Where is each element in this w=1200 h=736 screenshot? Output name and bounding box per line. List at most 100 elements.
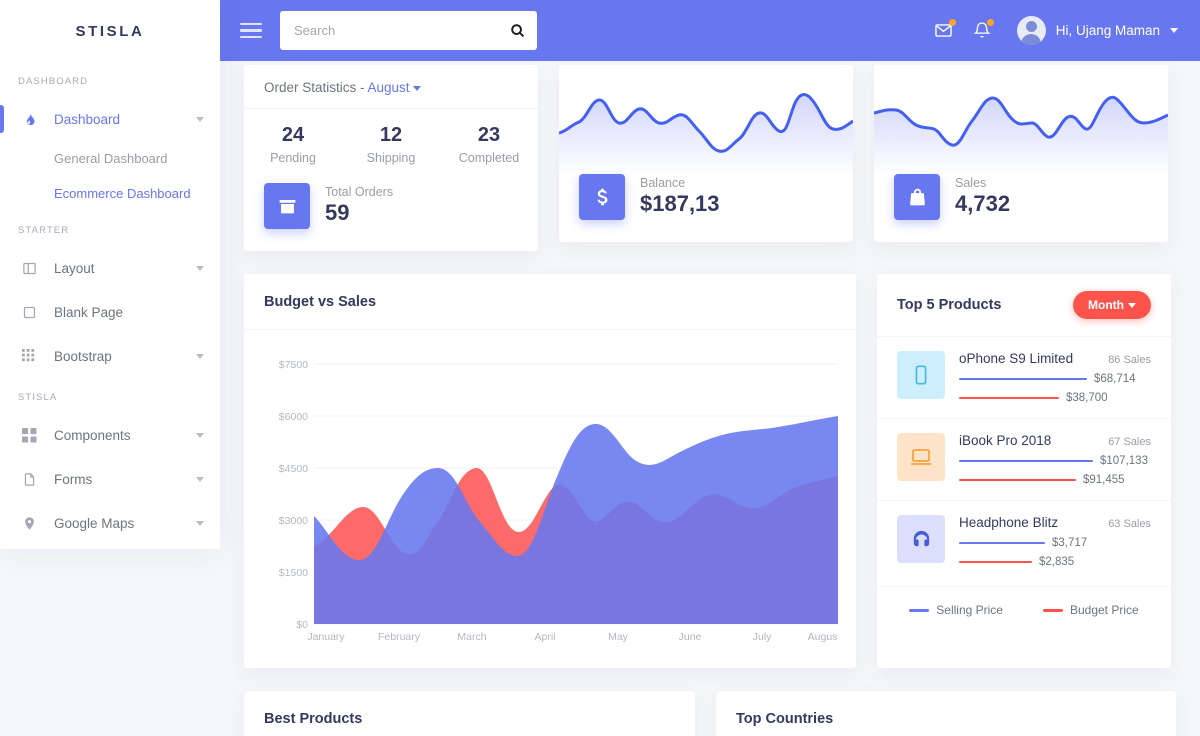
navbar-right-group: Hi, Ujang Maman <box>934 16 1178 45</box>
chevron-down-icon <box>1128 303 1136 309</box>
legend-label: Selling Price <box>936 603 1003 617</box>
product-name: Headphone Blitz <box>959 515 1059 530</box>
product-heading: oPhone S9 Limited 86 Sales <box>959 351 1151 366</box>
sidebar-item-dashboard[interactable]: Dashboard <box>0 97 220 141</box>
chevron-down-icon <box>196 116 204 122</box>
sidebar-item-label: Components <box>54 427 131 443</box>
sidebar-item-bootstrap[interactable]: Bootstrap <box>0 334 220 378</box>
messages-button[interactable] <box>934 19 956 40</box>
period-filter-button[interactable]: Month <box>1073 291 1151 319</box>
smartphone-icon <box>897 351 945 399</box>
chevron-down-icon <box>1170 28 1178 33</box>
user-greeting: Hi, Ujang Maman <box>1055 23 1160 38</box>
budget-vs-sales-card: Budget vs Sales $7500 $6000 $4500 $3000 … <box>244 274 856 668</box>
product-heading: Headphone Blitz 63 Sales <box>959 515 1151 530</box>
sidebar-subitem-general-dashboard[interactable]: General Dashboard <box>0 141 220 176</box>
chevron-down-icon <box>412 85 421 91</box>
product-list-item[interactable]: oPhone S9 Limited 86 Sales $68,714 $38,7… <box>877 337 1171 418</box>
bottom-row: Best Products Top Countries <box>244 691 1176 736</box>
x-tick-may: May <box>608 631 629 643</box>
search-submit-button[interactable] <box>510 23 525 38</box>
stat-value: 24 <box>281 124 305 146</box>
order-statistics-card: Order Statistics - August 24 Pending 12 … <box>244 65 538 251</box>
budget-price-value: $2,835 <box>1039 556 1075 568</box>
y-tick-7500: $7500 <box>279 359 308 371</box>
sidebar-item-forms[interactable]: Forms <box>0 457 220 501</box>
period-filter-label: Month <box>1088 298 1124 312</box>
dollar-icon <box>579 174 625 220</box>
legend-selling-price: Selling Price <box>909 603 1003 617</box>
product-sales: 63 Sales <box>1108 518 1151 530</box>
card-title: Best Products <box>264 710 363 727</box>
sidebar-item-google-maps[interactable]: Google Maps <box>0 501 220 545</box>
sales-sparkline <box>874 65 1168 175</box>
fire-icon <box>22 112 48 127</box>
product-list-item[interactable]: iBook Pro 2018 67 Sales $107,133 $91,455 <box>877 418 1171 500</box>
stat-label: Completed <box>458 151 520 165</box>
user-menu-button[interactable]: Hi, Ujang Maman <box>1016 16 1178 45</box>
x-tick-june: June <box>679 631 702 643</box>
sidebar-subitem-ecommerce-dashboard[interactable]: Ecommerce Dashboard <box>0 176 220 211</box>
total-orders-text: Total Orders 59 <box>325 185 393 226</box>
search-input[interactable] <box>294 23 510 38</box>
y-tick-6000: $6000 <box>279 411 308 423</box>
stat-label: Shipping <box>366 151 416 165</box>
y-tick-1500: $1500 <box>279 567 308 579</box>
stat-value: 23 <box>477 124 501 146</box>
budget-price-bar <box>959 478 1076 482</box>
product-list-item[interactable]: Headphone Blitz 63 Sales $3,717 $2,835 <box>877 500 1171 582</box>
selling-price-row: $68,714 <box>959 373 1151 385</box>
top-products-card: Top 5 Products Month oPhone S9 Limited 8… <box>877 274 1171 668</box>
selling-price-bar <box>959 541 1045 545</box>
sidebar-section-stisla-header: STISLA <box>18 392 58 403</box>
avatar-head <box>1025 21 1037 32</box>
x-tick-march: March <box>457 631 486 643</box>
sidebar-item-label: Layout <box>54 260 95 276</box>
x-tick-july: July <box>753 631 772 643</box>
stat-shipping: 12 Shipping <box>342 123 440 165</box>
balance-card: Balance $187,13 <box>559 65 853 242</box>
balance-label: Balance <box>640 176 686 191</box>
product-details: oPhone S9 Limited 86 Sales $68,714 $38,7… <box>959 351 1151 404</box>
product-sales: 86 Sales <box>1108 354 1151 366</box>
product-details: iBook Pro 2018 67 Sales $107,133 $91,455 <box>959 433 1151 486</box>
notifications-button[interactable] <box>972 19 994 40</box>
chevron-down-icon <box>196 265 204 271</box>
product-heading: iBook Pro 2018 67 Sales <box>959 433 1151 448</box>
sidebar-item-label: Forms <box>54 471 93 487</box>
chevron-down-icon <box>196 520 204 526</box>
stats-row: Order Statistics - August 24 Pending 12 … <box>244 65 1176 251</box>
search-form[interactable] <box>280 11 537 50</box>
sales-value: 4,732 <box>955 191 1011 217</box>
order-statistics-month-selector[interactable]: August <box>368 80 410 95</box>
sidebar-item-label: Google Maps <box>54 515 135 531</box>
sidebar-item-layout[interactable]: Layout <box>0 246 220 290</box>
sidebar-item-blank-page[interactable]: Blank Page <box>0 290 220 334</box>
stat-pending: 24 Pending <box>244 123 342 165</box>
selling-price-bar <box>959 459 1093 463</box>
x-tick-january: January <box>307 631 345 643</box>
sales-card: Sales 4,732 <box>874 65 1168 242</box>
notifications-badge <box>986 19 994 26</box>
price-legend: Selling Price Budget Price <box>877 586 1171 635</box>
legend-label: Budget Price <box>1069 603 1139 617</box>
budget-price-row: $38,700 <box>959 392 1151 404</box>
budget-vs-sales-header: Budget vs Sales <box>244 274 856 330</box>
sidebar-section-starter-header: STARTER <box>18 225 70 236</box>
sidebar-toggle-button[interactable] <box>240 22 262 39</box>
y-tick-3000: $3000 <box>279 515 308 527</box>
selling-price-value: $107,133 <box>1100 455 1148 467</box>
sidebar-item-label: Bootstrap <box>54 348 112 364</box>
total-orders-value: 59 <box>325 200 350 226</box>
product-details: Headphone Blitz 63 Sales $3,717 $2,835 <box>959 515 1151 568</box>
sidebar-item-components[interactable]: Components <box>0 413 220 457</box>
brand-logo[interactable]: STISLA <box>0 0 220 62</box>
legend-swatch <box>1042 608 1063 612</box>
top-navbar: Hi, Ujang Maman <box>220 0 1200 61</box>
budget-price-bar <box>959 560 1032 564</box>
sales-text: Sales 4,732 <box>955 176 1010 217</box>
best-products-header: Best Products <box>244 691 695 736</box>
x-tick-august: August <box>808 631 838 643</box>
sidebar-item-modules[interactable]: Modules <box>0 545 220 549</box>
hamburger-bar <box>240 22 262 26</box>
